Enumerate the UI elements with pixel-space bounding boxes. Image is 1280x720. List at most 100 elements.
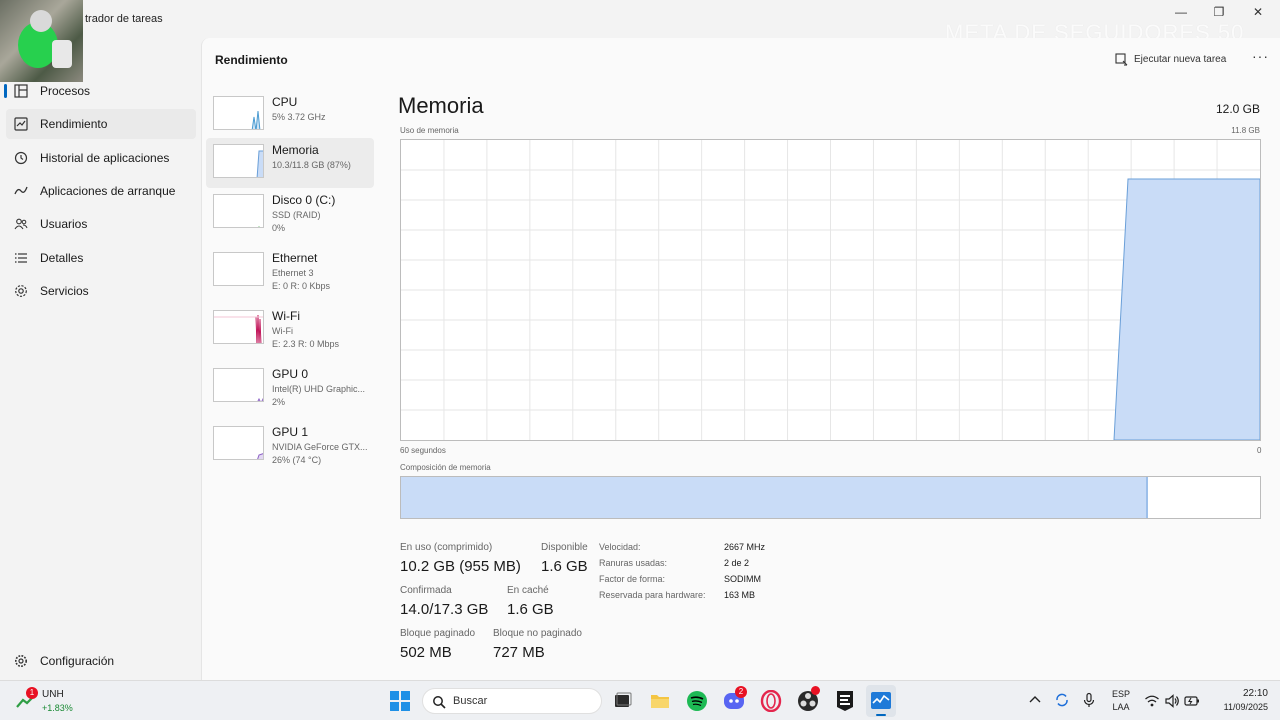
battery-icon[interactable] xyxy=(1184,693,1200,709)
spec-label: Reservada para hardware: xyxy=(599,590,706,600)
device-detail-2: 26% (74 °C) xyxy=(272,455,322,465)
file-explorer-icon[interactable] xyxy=(649,690,671,712)
epic-games-icon[interactable] xyxy=(834,690,856,712)
device-detail: NVIDIA GeForce GTX... xyxy=(272,442,368,452)
processes-icon xyxy=(14,84,28,98)
stock-change: +1.83% xyxy=(42,703,73,713)
cached-label: En caché xyxy=(507,585,549,596)
language-indicator[interactable]: ESP xyxy=(1108,689,1134,699)
device-thumbnail xyxy=(213,426,264,460)
paged-pool-label: Bloque paginado xyxy=(400,628,476,639)
device-thumbnail xyxy=(213,310,264,344)
task-view-icon[interactable] xyxy=(611,690,633,712)
discord-app[interactable]: 2 xyxy=(723,686,747,712)
device-thumbnail xyxy=(213,96,264,130)
device-wifi[interactable]: Wi-Fi Wi-Fi E: 2.3 R: 0 Mbps xyxy=(206,304,374,354)
sidebar-item-rendimiento[interactable]: Rendimiento xyxy=(6,109,196,139)
startup-apps-icon xyxy=(14,186,28,195)
opera-gx-icon[interactable] xyxy=(760,690,782,712)
keyboard-layout-indicator: LAA xyxy=(1112,702,1130,712)
stream-overlay-image xyxy=(0,0,83,82)
sidebar-item-usuarios[interactable]: Usuarios xyxy=(6,209,196,239)
close-button[interactable]: ✕ xyxy=(1243,4,1273,20)
memory-composition-bar xyxy=(400,476,1261,519)
notification-badge: 2 xyxy=(735,686,747,698)
paged-pool-value: 502 MB xyxy=(400,644,452,661)
maximize-button[interactable]: ❐ xyxy=(1204,4,1234,20)
sidebar-item-label: Configuración xyxy=(40,654,115,668)
app-history-icon xyxy=(14,151,28,165)
active-app-indicator xyxy=(876,714,886,716)
sidebar-item-servicios[interactable]: Servicios xyxy=(6,276,196,306)
more-options-button[interactable]: ··· xyxy=(1252,48,1269,64)
run-new-task-button[interactable]: Ejecutar nueva tarea xyxy=(1115,51,1226,67)
users-icon xyxy=(14,218,28,230)
stock-widget[interactable]: 1 UNH +1.83% xyxy=(16,687,86,715)
device-ethernet[interactable]: Ethernet Ethernet 3 E: 0 R: 0 Kbps xyxy=(206,246,374,296)
committed-value: 14.0/17.3 GB xyxy=(400,601,489,618)
search-placeholder: Buscar xyxy=(453,695,488,707)
device-gpu1[interactable]: GPU 1 NVIDIA GeForce GTX... 26% (74 °C) xyxy=(206,420,374,470)
device-cpu[interactable]: CPU 5% 3.72 GHz xyxy=(206,90,374,140)
sidebar-item-label: Procesos xyxy=(40,84,91,98)
composition-in-use-segment xyxy=(401,477,1149,518)
task-manager-taskbar-button[interactable] xyxy=(866,685,896,717)
device-detail: SSD (RAID) xyxy=(272,210,321,220)
task-manager-icon xyxy=(871,692,891,709)
device-name: Wi-Fi xyxy=(272,309,300,323)
sidebar-item-label: Servicios xyxy=(40,284,89,298)
graph-zero-label: 0 xyxy=(1257,446,1262,455)
minimize-button[interactable]: — xyxy=(1166,4,1196,20)
taskbar-search[interactable]: Buscar xyxy=(422,688,602,714)
wifi-icon[interactable] xyxy=(1144,693,1160,709)
device-name: Ethernet xyxy=(272,251,318,265)
available-label: Disponible xyxy=(541,542,588,553)
clock-time[interactable]: 22:10 xyxy=(1208,688,1268,699)
volume-icon[interactable] xyxy=(1164,693,1180,709)
device-name: CPU xyxy=(272,95,298,109)
device-detail: Ethernet 3 xyxy=(272,268,314,278)
gear-icon xyxy=(15,655,27,667)
sidebar-item-detalles[interactable]: Detalles xyxy=(6,243,196,273)
sidebar-item-configuracion[interactable]: Configuración xyxy=(6,646,196,676)
obs-app[interactable] xyxy=(797,686,820,712)
committed-label: Confirmada xyxy=(400,585,452,596)
spec-value: 163 MB xyxy=(724,590,756,600)
search-icon xyxy=(433,696,446,709)
available-value: 1.6 GB xyxy=(541,558,588,575)
sidebar-item-label: Usuarios xyxy=(40,217,88,231)
microphone-icon[interactable] xyxy=(1081,692,1097,708)
spotify-icon[interactable] xyxy=(686,690,708,712)
sidebar-item-procesos[interactable]: Procesos xyxy=(6,76,196,106)
stock-name: UNH xyxy=(42,689,64,700)
sidebar-item-historial[interactable]: Historial de aplicaciones xyxy=(6,143,196,173)
device-memoria[interactable]: Memoria 10.3/11.8 GB (87%) xyxy=(206,138,374,188)
spec-value: 2 de 2 xyxy=(724,558,750,568)
chevron-up-icon[interactable] xyxy=(1027,692,1043,708)
windows-start-icon[interactable] xyxy=(389,690,411,712)
time-span-label: 60 segundos xyxy=(400,446,446,455)
main-panel: Rendimiento Ejecutar nueva tarea ··· CPU… xyxy=(201,38,1280,680)
nonpaged-pool-value: 727 MB xyxy=(493,644,545,661)
run-task-label: Ejecutar nueva tarea xyxy=(1134,53,1227,65)
title-bar: trador de tareas META DE SEGUIDORES 50 —… xyxy=(0,0,1280,82)
sidebar-item-label: Rendimiento xyxy=(40,117,108,131)
window-title: trador de tareas xyxy=(85,13,163,25)
device-thumbnail xyxy=(213,252,264,286)
device-disco[interactable]: Disco 0 (C:) SSD (RAID) 0% xyxy=(206,188,374,238)
details-icon xyxy=(15,253,27,263)
nonpaged-pool-label: Bloque no paginado xyxy=(493,628,582,639)
memory-usage-area xyxy=(1113,178,1261,441)
spec-value: SODIMM xyxy=(724,574,761,584)
sidebar-item-arranque[interactable]: Aplicaciones de arranque xyxy=(6,176,196,206)
device-name: GPU 0 xyxy=(272,367,309,381)
taskbar: 1 UNH +1.83% Buscar 2 ESP LAA 22:10 11/0… xyxy=(0,680,1280,720)
device-name: Disco 0 (C:) xyxy=(272,193,336,207)
spec-label: Ranuras usadas: xyxy=(599,558,668,568)
performance-icon xyxy=(14,117,28,131)
device-name: Memoria xyxy=(272,143,319,157)
device-name: GPU 1 xyxy=(272,425,309,439)
sync-icon[interactable] xyxy=(1054,692,1070,708)
device-gpu0[interactable]: GPU 0 Intel(R) UHD Graphic... 2% xyxy=(206,362,374,412)
in-use-label: En uso (comprimido) xyxy=(400,542,493,553)
